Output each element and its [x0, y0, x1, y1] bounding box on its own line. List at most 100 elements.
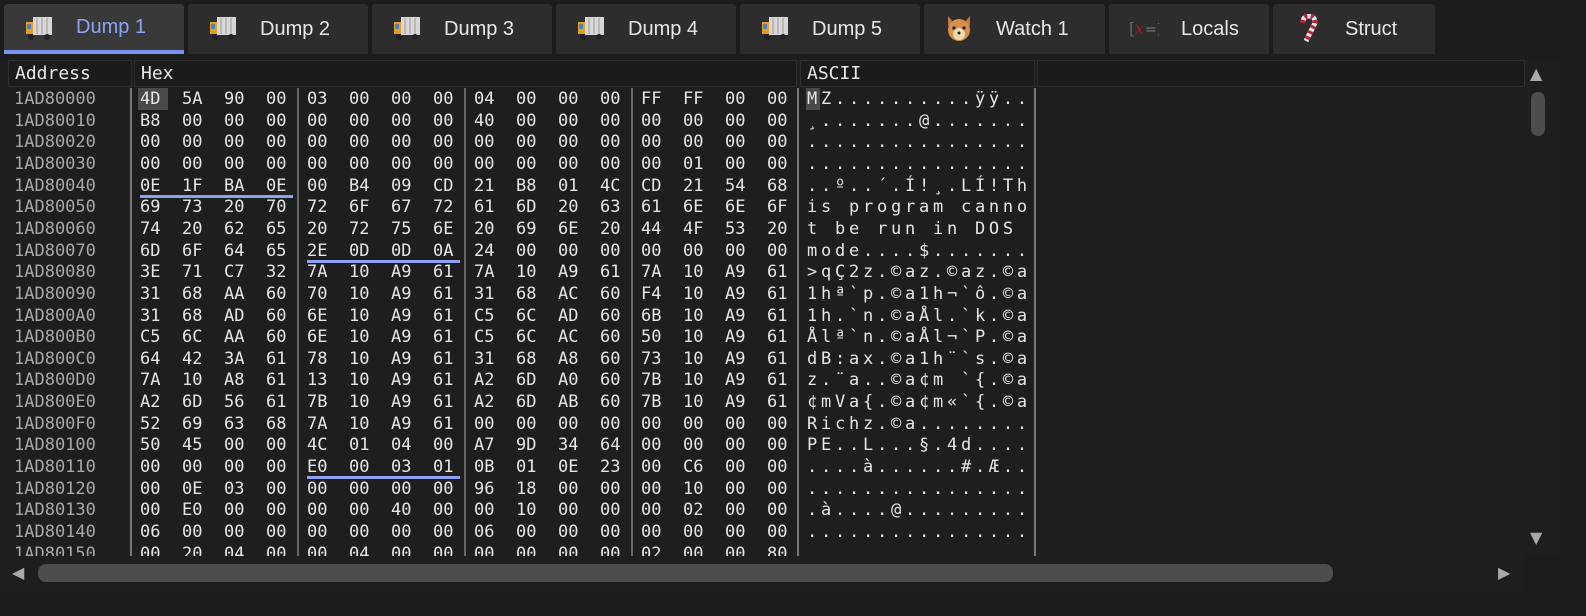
hex-byte[interactable]: 73: [180, 196, 210, 218]
dump-row[interactable]: 1AD80010 B8 00 00 00 00 00 00 00 40 00 00 00 00 00 00 00…: [0, 110, 1525, 132]
hex-byte[interactable]: C5: [472, 326, 502, 348]
hex-byte[interactable]: A2: [472, 391, 502, 413]
hex-byte[interactable]: 00: [723, 240, 753, 262]
row-address[interactable]: 1AD80110: [14, 456, 96, 478]
hex-byte[interactable]: 03: [222, 478, 252, 500]
hex-byte[interactable]: 00: [723, 88, 753, 110]
hex-byte[interactable]: 61: [765, 305, 795, 327]
row-ascii[interactable]: 1h.`n.©aÅl.`k.©a: [807, 305, 1031, 327]
hex-byte[interactable]: E0: [305, 456, 335, 478]
hex-byte[interactable]: 61: [431, 391, 461, 413]
hex-byte[interactable]: E0: [180, 499, 210, 521]
hex-byte[interactable]: 00: [723, 434, 753, 456]
hex-byte[interactable]: 00: [639, 478, 669, 500]
hex-byte[interactable]: 20: [222, 196, 252, 218]
hex-byte[interactable]: 9D: [514, 434, 544, 456]
scroll-down-arrow-icon[interactable]: ▼: [1530, 528, 1542, 547]
row-address[interactable]: 1AD80040: [14, 175, 96, 197]
hex-byte[interactable]: 71: [180, 261, 210, 283]
row-ascii[interactable]: Ålª`n.©aÅl¬`P.©a: [807, 326, 1031, 348]
hex-byte[interactable]: 20: [180, 543, 210, 556]
hex-byte[interactable]: 20: [472, 218, 502, 240]
hex-byte[interactable]: 00: [180, 131, 210, 153]
hex-byte[interactable]: 4D: [138, 88, 168, 110]
hex-byte[interactable]: 3A: [222, 348, 252, 370]
hex-byte[interactable]: 00: [514, 110, 544, 132]
scroll-right-arrow-icon[interactable]: ▶: [1498, 563, 1510, 582]
hex-byte[interactable]: 20: [765, 218, 795, 240]
hex-byte[interactable]: 10: [347, 261, 377, 283]
row-ascii[interactable]: >qÇ2z.©az.©az.©a: [807, 261, 1031, 283]
hex-byte[interactable]: A9: [723, 391, 753, 413]
tab-locals[interactable]: [x=] Locals: [1109, 4, 1269, 54]
hex-byte[interactable]: 45: [180, 434, 210, 456]
row-ascii[interactable]: .à....@.........: [807, 499, 1031, 521]
hex-byte[interactable]: 00: [723, 521, 753, 543]
hex-byte[interactable]: 31: [472, 348, 502, 370]
hex-byte[interactable]: C5: [138, 326, 168, 348]
hex-byte[interactable]: A8: [222, 369, 252, 391]
hex-byte[interactable]: 00: [765, 110, 795, 132]
dump-row[interactable]: 1AD800A0 31 68 AD 60 6E 10 A9 61 C5 6C AD 60 6B 10 A9 61…: [0, 305, 1525, 327]
dump-row[interactable]: 1AD800C0 64 42 3A 61 78 10 A9 61 31 68 A8 60 73 10 A9 61…: [0, 348, 1525, 370]
dump-row[interactable]: 1AD80000 4D 5A 90 00 03 00 00 00 04 00 00 00 FF FF 00 00…: [0, 88, 1525, 110]
hex-byte[interactable]: 00: [639, 499, 669, 521]
hex-byte[interactable]: 00: [472, 153, 502, 175]
hex-byte[interactable]: 68: [514, 283, 544, 305]
row-ascii[interactable]: MZ..........ÿÿ..: [807, 88, 1031, 110]
hex-byte[interactable]: 23: [598, 456, 628, 478]
row-ascii[interactable]: mode....$.......: [807, 240, 1031, 262]
hex-byte[interactable]: 56: [222, 391, 252, 413]
hex-byte[interactable]: 61: [765, 326, 795, 348]
row-address[interactable]: 1AD80130: [14, 499, 96, 521]
hex-byte[interactable]: 00: [514, 521, 544, 543]
hex-byte[interactable]: 64: [598, 434, 628, 456]
hex-byte[interactable]: 06: [138, 521, 168, 543]
hex-byte[interactable]: 69: [138, 196, 168, 218]
hex-byte[interactable]: 61: [765, 369, 795, 391]
hex-byte[interactable]: 00: [305, 153, 335, 175]
hex-byte[interactable]: 6C: [180, 326, 210, 348]
hex-byte[interactable]: 00: [180, 456, 210, 478]
hex-byte[interactable]: 04: [222, 543, 252, 556]
hex-byte[interactable]: 00: [765, 131, 795, 153]
hex-byte[interactable]: 61: [431, 326, 461, 348]
hex-byte[interactable]: 60: [264, 283, 294, 305]
hex-byte[interactable]: 00: [556, 131, 586, 153]
tab-dump-1[interactable]: Dump 1: [4, 4, 184, 54]
hex-byte[interactable]: CD: [431, 175, 461, 197]
tab-dump-2[interactable]: Dump 2: [188, 4, 368, 54]
hex-byte[interactable]: 00: [138, 456, 168, 478]
hex-byte[interactable]: C6: [681, 456, 711, 478]
hex-byte[interactable]: 40: [389, 499, 419, 521]
hex-byte[interactable]: 10: [681, 261, 711, 283]
hex-byte[interactable]: 60: [264, 326, 294, 348]
tab-dump-4[interactable]: Dump 4: [556, 4, 736, 54]
hex-byte[interactable]: 00: [431, 499, 461, 521]
hex-byte[interactable]: 01: [556, 175, 586, 197]
hex-byte[interactable]: A9: [389, 348, 419, 370]
hex-byte[interactable]: 00: [264, 88, 294, 110]
row-address[interactable]: 1AD80030: [14, 153, 96, 175]
hex-byte[interactable]: 80: [765, 543, 795, 556]
hex-byte[interactable]: 10: [681, 478, 711, 500]
hex-byte[interactable]: 62: [222, 218, 252, 240]
hex-byte[interactable]: 01: [347, 434, 377, 456]
hex-byte[interactable]: 10: [681, 305, 711, 327]
hex-byte[interactable]: FF: [639, 88, 669, 110]
hex-byte[interactable]: 00: [138, 478, 168, 500]
hex-byte[interactable]: 6D: [180, 391, 210, 413]
hex-byte[interactable]: 00: [681, 543, 711, 556]
hex-byte[interactable]: F4: [639, 283, 669, 305]
hex-byte[interactable]: 53: [723, 218, 753, 240]
hex-byte[interactable]: 00: [765, 456, 795, 478]
hex-byte[interactable]: 00: [347, 131, 377, 153]
hex-byte[interactable]: 00: [681, 521, 711, 543]
row-address[interactable]: 1AD80150: [14, 543, 96, 556]
hex-byte[interactable]: 10: [681, 326, 711, 348]
hex-byte[interactable]: 00: [347, 521, 377, 543]
vertical-scroll-thumb[interactable]: [1531, 92, 1545, 136]
hex-byte[interactable]: 00: [723, 110, 753, 132]
hex-byte[interactable]: 00: [264, 499, 294, 521]
hex-byte[interactable]: 00: [639, 413, 669, 435]
